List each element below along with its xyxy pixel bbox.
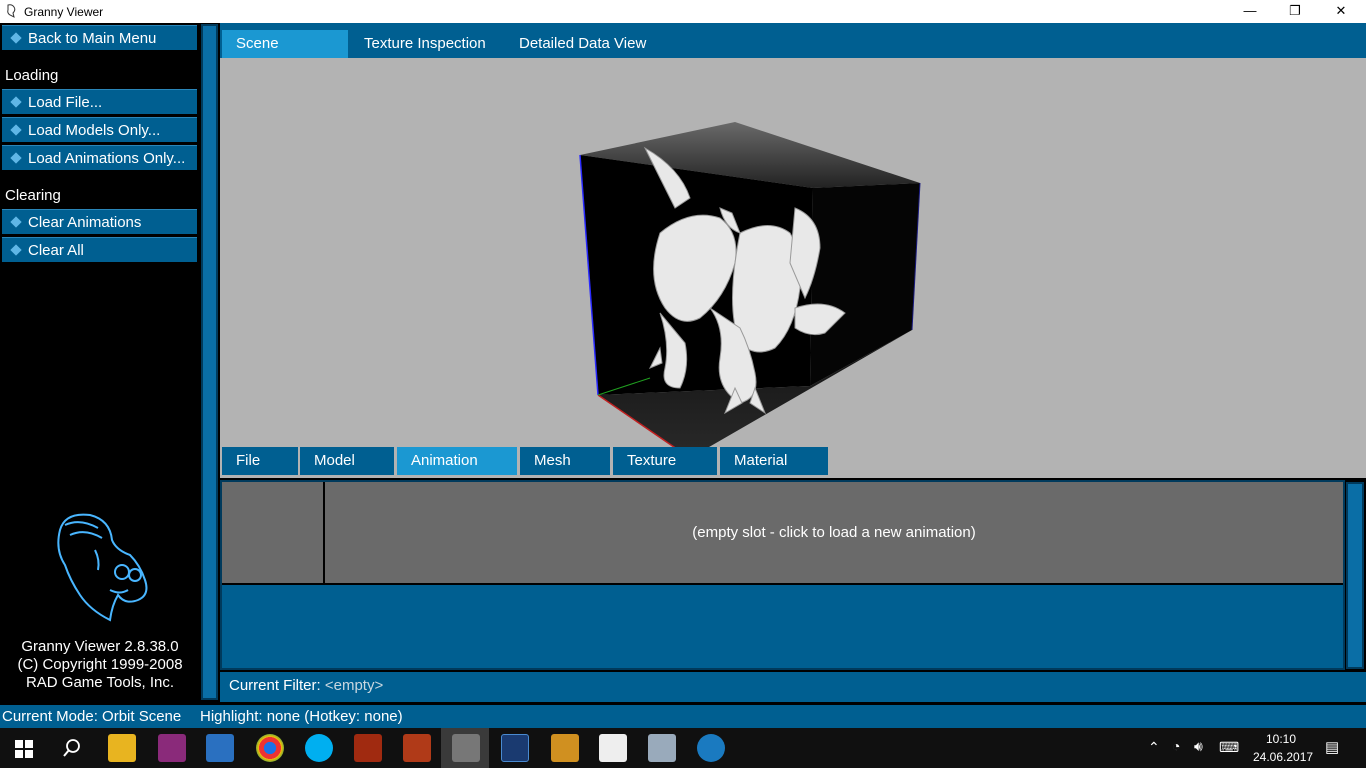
volume-icon[interactable]: 🔊︎ — [1194, 738, 1203, 755]
load-file-button[interactable]: Load File... — [2, 89, 197, 114]
clear-animations-label: Clear Animations — [28, 214, 142, 231]
notifications-icon[interactable]: ▤ — [1325, 738, 1339, 756]
bottom-tab-bar: File List Model List Animation List Mesh… — [220, 447, 1366, 497]
scene-viewport[interactable] — [220, 58, 1366, 478]
load-animations-label: Load Animations Only... — [28, 150, 186, 167]
about-company: RAD Game Tools, Inc. — [25, 674, 175, 691]
window-title: Granny Viewer — [24, 5, 104, 19]
tab-material-list[interactable]: Material List — [720, 447, 828, 497]
filter-label: Current Filter: — [229, 677, 321, 694]
back-to-main-menu-button[interactable]: Back to Main Menu — [2, 25, 197, 50]
clear-all-label: Clear All — [28, 242, 84, 259]
scene-render — [579, 122, 921, 459]
game-app-2-icon[interactable] — [403, 734, 431, 762]
diamond-icon — [10, 32, 22, 44]
tab-animation-list[interactable]: Animation List — [397, 447, 517, 497]
image-tool-icon[interactable] — [648, 734, 676, 762]
animation-slot-thumbnail[interactable] — [222, 482, 325, 585]
clearing-heading: Clearing — [5, 187, 61, 204]
windows-start-icon[interactable] — [15, 740, 33, 758]
game-app-icon[interactable] — [354, 734, 382, 762]
chrome-icon[interactable] — [256, 734, 284, 762]
clear-animations-button[interactable]: Clear Animations — [2, 209, 197, 234]
vertical-splitter[interactable] — [201, 24, 218, 700]
title-bar: Granny Viewer — ❐ ✕ — [0, 0, 1366, 23]
skype-icon[interactable] — [305, 734, 333, 762]
tab-mesh-list[interactable]: Mesh List — [520, 447, 610, 497]
tab-texture-inspection[interactable]: Texture Inspection — [350, 30, 502, 58]
tab-scene-preview[interactable]: Scene Preview — [222, 30, 348, 80]
tab-model-list[interactable]: Model List — [300, 447, 394, 497]
diamond-icon — [10, 124, 22, 136]
epack-icon[interactable] — [501, 734, 529, 762]
filter-bar: Current Filter: <empty> — [220, 672, 1366, 702]
list-scrollbar[interactable] — [1346, 482, 1364, 669]
file-explorer-icon[interactable] — [108, 734, 136, 762]
clear-all-button[interactable]: Clear All — [2, 237, 197, 262]
diamond-icon — [10, 96, 22, 108]
status-mode: Current Mode: Orbit Scene — [2, 708, 182, 725]
granny-viewer-taskbar-icon[interactable] — [452, 734, 480, 762]
network-app-icon[interactable] — [206, 734, 234, 762]
sidebar: Back to Main Menu Loading Load File... L… — [0, 23, 200, 703]
diamond-icon — [10, 152, 22, 164]
back-to-main-menu-label: Back to Main Menu — [28, 30, 157, 47]
winrar-icon[interactable] — [158, 734, 186, 762]
minimize-button[interactable]: — — [1227, 0, 1273, 23]
load-animations-button[interactable]: Load Animations Only... — [2, 145, 197, 170]
animation-list-panel: (empty slot - click to load a new animat… — [220, 480, 1345, 670]
search-icon[interactable] — [63, 739, 81, 757]
clock-date[interactable]: 24.06.2017 — [1253, 750, 1313, 764]
load-models-label: Load Models Only... — [28, 122, 161, 139]
status-bar: Current Mode: Orbit Scene Highlight: non… — [0, 705, 1366, 728]
chevron-up-icon[interactable]: ⌃ — [1148, 739, 1160, 756]
restore-button[interactable]: ❐ — [1272, 0, 1318, 23]
metin2-icon[interactable] — [551, 734, 579, 762]
granny-app-icon — [7, 4, 16, 18]
about-copyright: (C) Copyright 1999-2008 — [17, 656, 183, 673]
photos-icon[interactable] — [599, 734, 627, 762]
diamond-icon — [10, 244, 22, 256]
taskbar: ⌃ ◔ 🔊︎ ⌨ 10:10 24.06.2017 ▤ — [0, 728, 1366, 768]
diamond-icon — [10, 216, 22, 228]
tab-texture-list[interactable]: Texture List — [613, 447, 717, 497]
clock-time[interactable]: 10:10 — [1266, 732, 1296, 746]
tab-detailed-data-view[interactable]: Detailed Data View — [505, 30, 663, 58]
top-tab-bar: Scene Preview Texture Inspection Detaile… — [220, 23, 1366, 80]
steam-like-icon[interactable] — [697, 734, 725, 762]
load-models-button[interactable]: Load Models Only... — [2, 117, 197, 142]
keyboard-icon[interactable]: ⌨ — [1219, 739, 1239, 756]
load-file-label: Load File... — [28, 94, 103, 111]
tab-file-list[interactable]: File List — [222, 447, 298, 497]
wifi-icon[interactable]: ◔ — [1172, 738, 1180, 754]
loading-heading: Loading — [5, 67, 59, 84]
animation-empty-slot[interactable]: (empty slot - click to load a new animat… — [325, 482, 1343, 585]
granny-logo — [57, 513, 148, 622]
about-version: Granny Viewer 2.8.38.0 — [21, 638, 179, 655]
box-right — [810, 183, 920, 386]
filter-value[interactable]: <empty> — [325, 677, 383, 694]
close-button[interactable]: ✕ — [1318, 0, 1364, 23]
status-highlight: Highlight: none (Hotkey: none) — [200, 708, 403, 725]
